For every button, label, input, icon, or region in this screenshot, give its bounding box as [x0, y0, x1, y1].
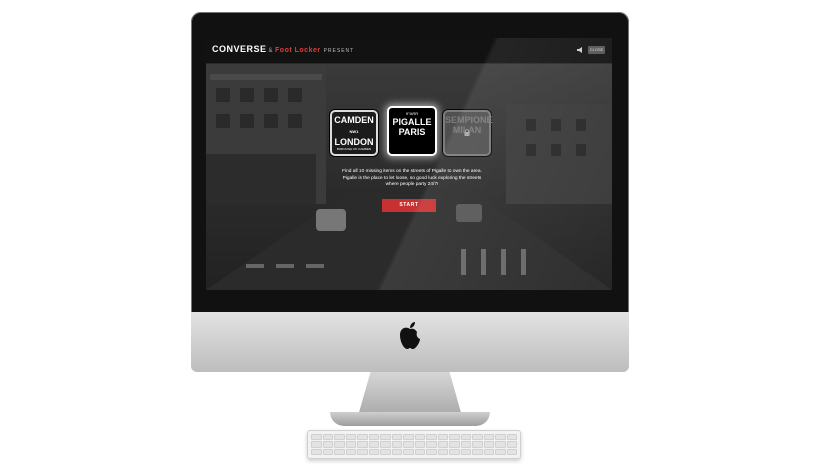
sound-icon[interactable] — [577, 47, 582, 53]
close-button[interactable]: CLOSE — [588, 46, 605, 54]
sign-name-text: CAMDEN — [334, 115, 374, 125]
sign-sub: BOROUGH OF CAMDEN — [336, 147, 372, 151]
screen: CONVERSE & Foot Locker PRESENT CLOSE CAMDEN… — [206, 38, 612, 290]
present-text: PRESENT — [323, 48, 355, 54]
sign-name-line2: LONDON — [334, 137, 374, 147]
footlocker-logo: Foot Locker — [275, 47, 321, 54]
imac-stand-base — [330, 412, 490, 426]
sign-name-line1: PIGALLE — [392, 117, 432, 127]
city-sign-milan: SEMPIONE MILAN — [443, 110, 493, 156]
brand-logo: CONVERSE & Foot Locker PRESENT — [212, 44, 354, 54]
converse-logo: CONVERSE — [212, 44, 267, 54]
sign-badge: NW1 — [349, 129, 359, 134]
imac-stand — [358, 372, 462, 416]
lock-icon — [464, 129, 470, 136]
sign-name-line1: CAMDEN NW1 — [332, 115, 376, 137]
city-sign-paris[interactable]: 9°ARR PIGALLE PARIS — [387, 106, 437, 156]
sign-name-line2: PARIS — [398, 127, 426, 137]
top-bar: CONVERSE & Foot Locker PRESENT CLOSE — [206, 38, 612, 64]
city-sign-london[interactable]: CAMDEN NW1 LONDON BOROUGH OF CAMDEN — [330, 110, 378, 156]
keyboard-keys — [311, 434, 517, 455]
amp-text: & — [268, 48, 274, 54]
city-selector: CAMDEN NW1 LONDON BOROUGH OF CAMDEN 9°AR… — [330, 106, 493, 158]
mission-description: Find all 10 missing items on the streets… — [342, 169, 482, 187]
apple-logo-icon — [400, 322, 420, 349]
start-button[interactable]: START — [382, 199, 436, 212]
keyboard — [307, 430, 521, 459]
sign-name-line1: SEMPIONE — [445, 115, 493, 125]
